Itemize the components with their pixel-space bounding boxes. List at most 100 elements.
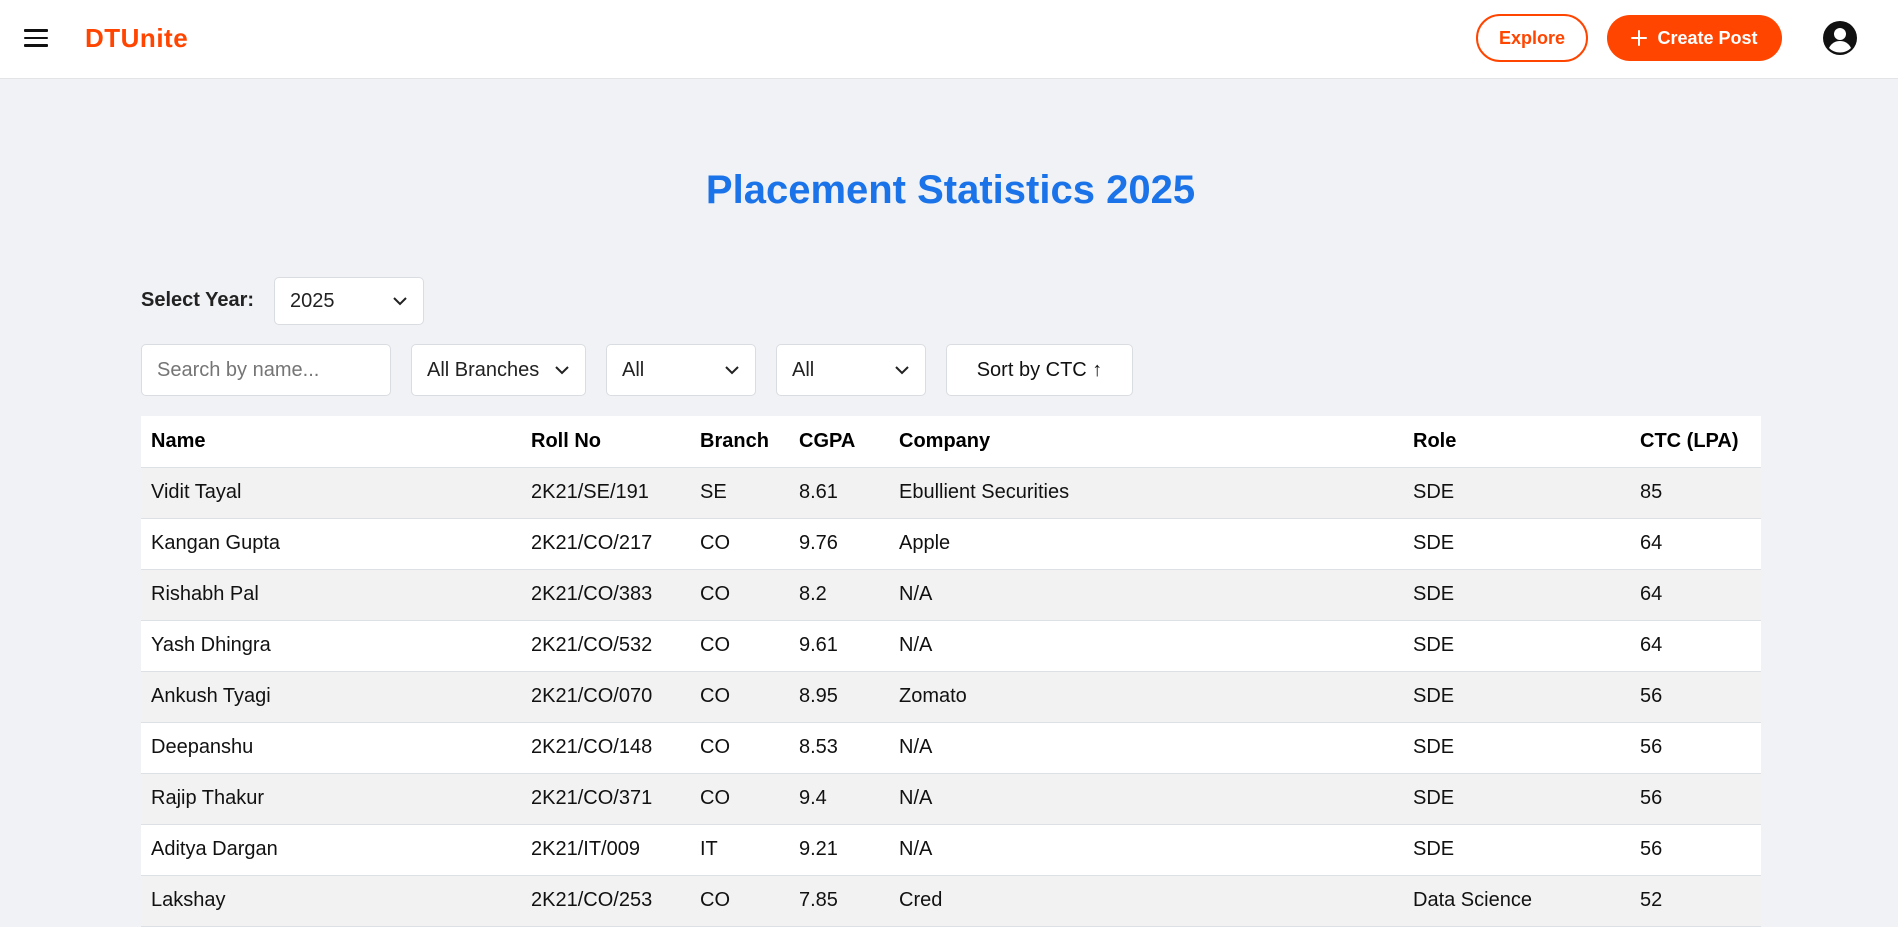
cell-roll-no: 2K21/CO/383 [521,569,690,621]
cell-name: Kangan Gupta [141,518,521,570]
table-row: Lakshay 2K21/CO/253 CO 7.85 Cred Data Sc… [141,875,1761,927]
filter-select-3[interactable]: All [776,344,926,396]
cell-roll-no: 2K21/CO/148 [521,722,690,774]
table-row: Kangan Gupta 2K21/CO/217 CO 9.76 Apple S… [141,518,1761,570]
cell-company: N/A [889,824,1403,876]
cell-ctc: 56 [1630,773,1761,825]
explore-button[interactable]: Explore [1476,14,1588,62]
cell-cgpa: 9.4 [789,773,889,825]
column-header-cgpa[interactable]: CGPA [789,416,889,468]
cell-ctc: 85 [1630,467,1761,519]
table-row: Yash Dhingra 2K21/CO/532 CO 9.61 N/A SDE… [141,620,1761,672]
cell-roll-no: 2K21/CO/253 [521,875,690,927]
create-post-button[interactable]: Create Post [1607,15,1782,61]
cell-company: Zomato [889,671,1403,723]
cell-roll-no: 2K21/IT/009 [521,824,690,876]
cell-ctc: 64 [1630,569,1761,621]
table-row: Aditya Dargan 2K21/IT/009 IT 9.21 N/A SD… [141,824,1761,876]
cell-company: Apple [889,518,1403,570]
year-select[interactable]: 2025 [274,277,424,325]
cell-cgpa: 9.76 [789,518,889,570]
user-account-icon[interactable] [1823,21,1857,55]
cell-role: SDE [1403,722,1630,774]
column-header-company[interactable]: Company [889,416,1403,468]
cell-company: N/A [889,773,1403,825]
create-post-label: Create Post [1657,27,1758,48]
table-row: Rishabh Pal 2K21/CO/383 CO 8.2 N/A SDE 6… [141,569,1761,621]
cell-name: Deepanshu [141,722,521,774]
cell-cgpa: 8.61 [789,467,889,519]
cell-role: Data Science [1403,875,1630,927]
sort-by-ctc-button[interactable]: Sort by CTC ↑ [946,344,1133,396]
cell-company: N/A [889,722,1403,774]
cell-branch: CO [690,569,789,621]
placement-table: Name Roll No Branch CGPA Company Role CT… [141,416,1761,927]
cell-role: SDE [1403,671,1630,723]
cell-role: SDE [1403,773,1630,825]
cell-company: Ebullient Securities [889,467,1403,519]
column-header-role[interactable]: Role [1403,416,1630,468]
cell-cgpa: 9.21 [789,824,889,876]
cell-role: SDE [1403,569,1630,621]
cell-company: Cred [889,875,1403,927]
filter-3-value: All [792,358,815,381]
cell-branch: CO [690,722,789,774]
year-select-label: Select Year: [141,289,255,311]
table-header-row: Name Roll No Branch CGPA Company Role CT… [141,416,1761,468]
cell-ctc: 56 [1630,671,1761,723]
plus-icon [1631,30,1648,46]
cell-roll-no: 2K21/CO/070 [521,671,690,723]
cell-roll-no: 2K21/CO/217 [521,518,690,570]
cell-name: Lakshay [141,875,521,927]
cell-roll-no: 2K21/CO/532 [521,620,690,672]
cell-ctc: 56 [1630,824,1761,876]
table-row: Rajip Thakur 2K21/CO/371 CO 9.4 N/A SDE … [141,773,1761,825]
cell-name: Rajip Thakur [141,773,521,825]
cell-roll-no: 2K21/CO/371 [521,773,690,825]
cell-name: Yash Dhingra [141,620,521,672]
column-header-roll-no[interactable]: Roll No [521,416,690,468]
top-navbar: DTUnite Explore Create Post [0,0,1898,79]
cell-role: SDE [1403,518,1630,570]
filter-select-2[interactable]: All [606,344,756,396]
cell-ctc: 64 [1630,518,1761,570]
cell-cgpa: 8.53 [789,722,889,774]
cell-ctc: 52 [1630,875,1761,927]
cell-cgpa: 8.95 [789,671,889,723]
cell-ctc: 64 [1630,620,1761,672]
chevron-down-icon [725,365,739,375]
chevron-down-icon [895,365,909,375]
cell-branch: CO [690,875,789,927]
cell-cgpa: 9.61 [789,620,889,672]
chevron-down-icon [393,296,407,306]
cell-branch: CO [690,773,789,825]
cell-branch: IT [690,824,789,876]
cell-role: SDE [1403,620,1630,672]
cell-branch: SE [690,467,789,519]
table-row: Deepanshu 2K21/CO/148 CO 8.53 N/A SDE 56 [141,722,1761,774]
search-input[interactable] [141,344,391,396]
page-title: Placement Statistics 2025 [705,168,1196,212]
cell-company: N/A [889,620,1403,672]
cell-company: N/A [889,569,1403,621]
hamburger-menu-icon[interactable] [24,24,56,52]
cell-branch: CO [690,620,789,672]
cell-role: SDE [1403,824,1630,876]
cell-name: Ankush Tyagi [141,671,521,723]
cell-name: Aditya Dargan [141,824,521,876]
cell-cgpa: 7.85 [789,875,889,927]
cell-name: Vidit Tayal [141,467,521,519]
column-header-ctc[interactable]: CTC (LPA) [1630,416,1761,468]
column-header-branch[interactable]: Branch [690,416,789,468]
column-header-name[interactable]: Name [141,416,521,468]
year-select-value: 2025 [290,289,335,312]
cell-branch: CO [690,518,789,570]
cell-ctc: 56 [1630,722,1761,774]
chevron-down-icon [555,365,569,375]
cell-name: Rishabh Pal [141,569,521,621]
site-logo[interactable]: DTUnite [85,23,188,54]
branch-filter-value: All Branches [427,358,540,381]
cell-roll-no: 2K21/SE/191 [521,467,690,519]
cell-branch: CO [690,671,789,723]
branch-filter-select[interactable]: All Branches [411,344,586,396]
